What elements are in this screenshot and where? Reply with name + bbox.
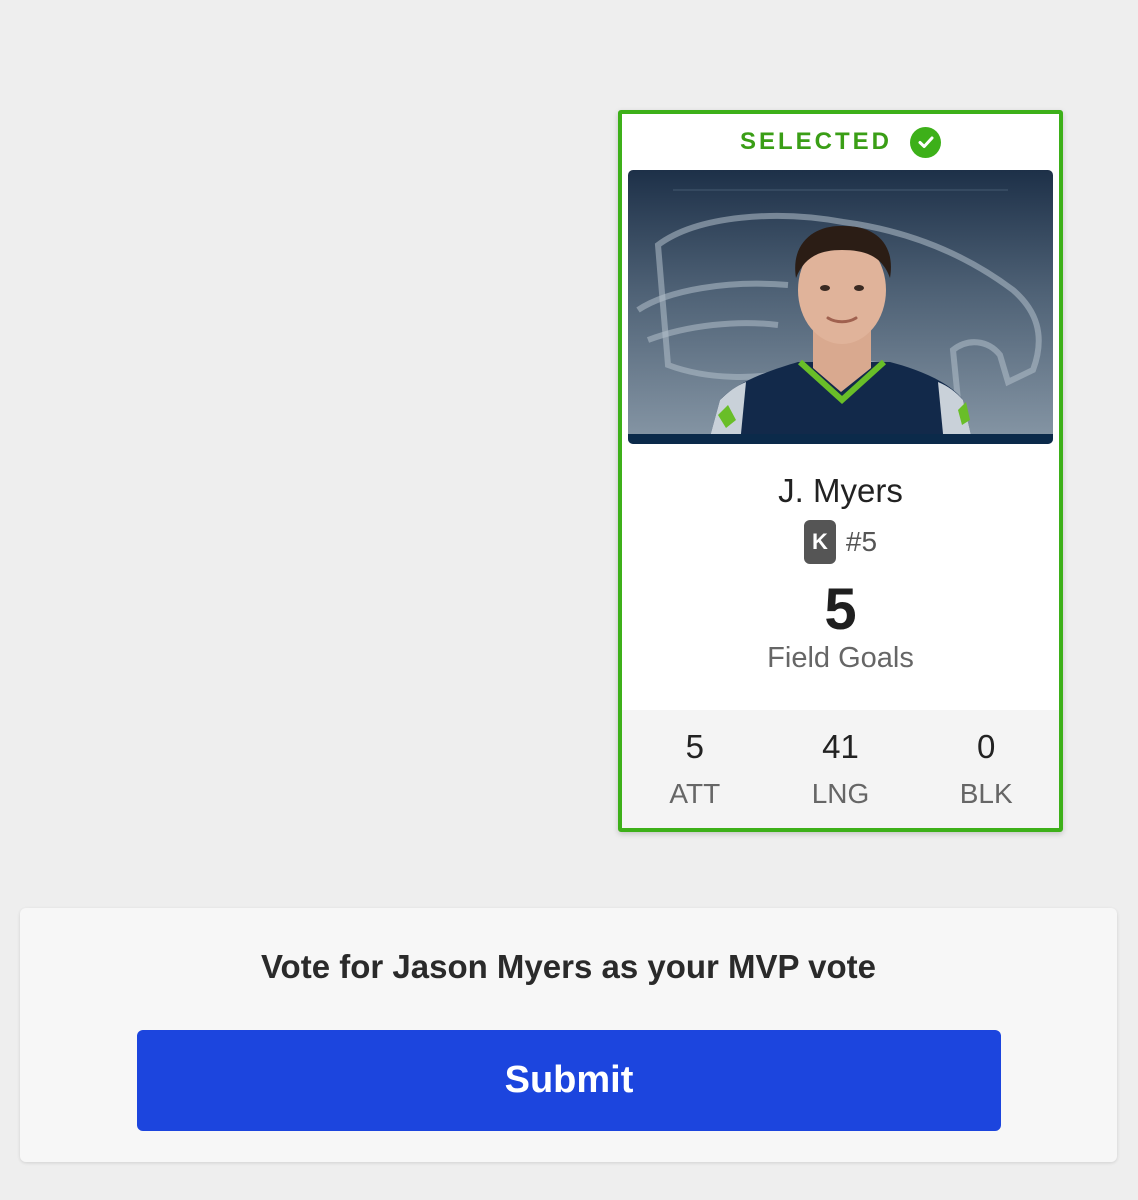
player-name: J. Myers bbox=[778, 472, 903, 509]
selected-label: SELECTED bbox=[739, 128, 892, 155]
player-silhouette bbox=[708, 225, 973, 444]
position-row: K #5 bbox=[622, 520, 1059, 564]
checkmark-icon bbox=[910, 126, 941, 158]
stat-blk: 0 BLK bbox=[913, 710, 1059, 828]
stat-label: ATT bbox=[669, 778, 721, 809]
stat-value: 0 bbox=[977, 728, 996, 765]
player-photo bbox=[628, 170, 1053, 444]
stat-value: 41 bbox=[822, 728, 859, 765]
jersey-number: #5 bbox=[845, 526, 878, 557]
stats-footer: 5 ATT 41 LNG 0 BLK bbox=[622, 710, 1059, 828]
vote-panel: Vote for Jason Myers as your MVP vote Su… bbox=[20, 908, 1117, 1162]
stat-lng: 41 LNG bbox=[768, 710, 914, 828]
main-stat-value: 5 bbox=[824, 577, 857, 642]
stat-att: 5 ATT bbox=[622, 710, 768, 828]
main-stat-label: Field Goals bbox=[767, 642, 914, 674]
position-badge: K bbox=[803, 520, 836, 564]
stat-value: 5 bbox=[685, 728, 705, 765]
stat-label: BLK bbox=[959, 778, 1013, 809]
player-card[interactable]: SELECTED J. Myers K #5 5 Field Goals 5 A… bbox=[618, 110, 1063, 832]
stat-label: LNG bbox=[811, 778, 870, 809]
submit-button[interactable]: Submit bbox=[137, 1030, 1001, 1131]
selected-indicator: SELECTED bbox=[622, 114, 1059, 170]
vote-prompt: Vote for Jason Myers as your MVP vote bbox=[261, 948, 876, 985]
